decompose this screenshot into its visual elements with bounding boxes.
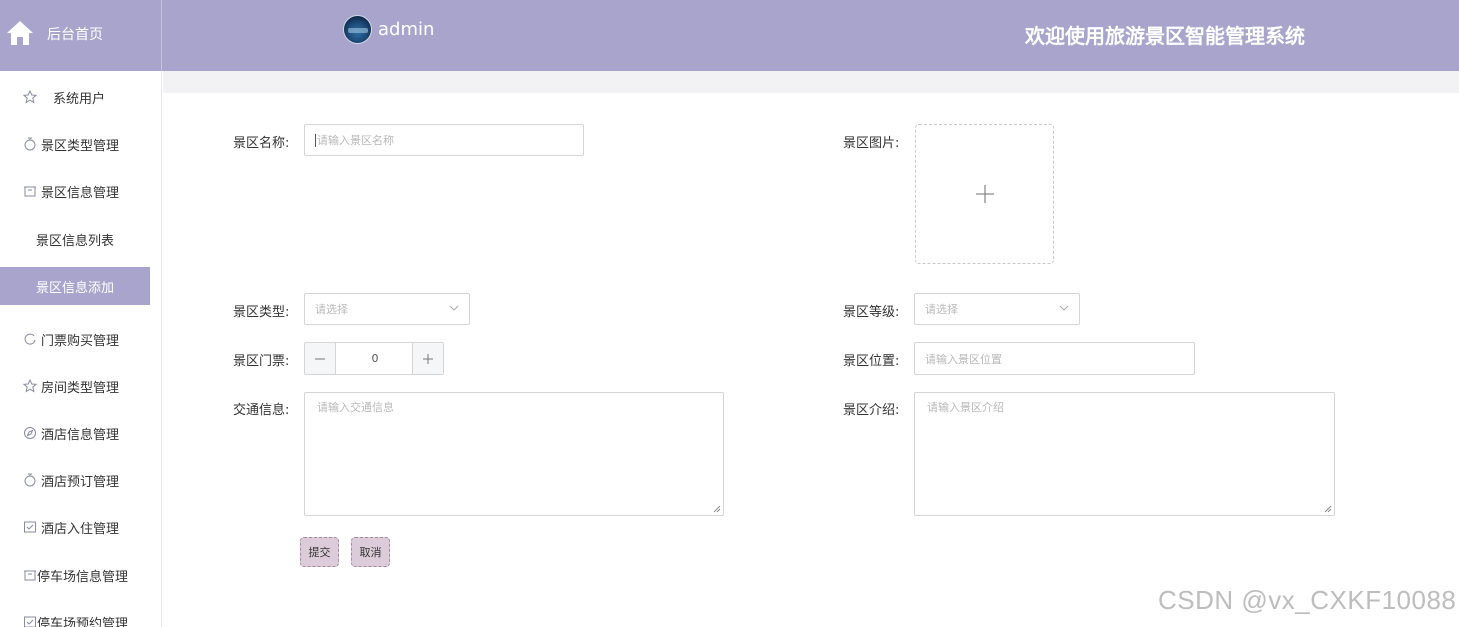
box-icon: [23, 184, 37, 198]
sidebar-item-label: 酒店预订管理: [41, 474, 120, 490]
scenic-location-placeholder: 请输入景区位置: [925, 352, 1002, 366]
resize-grip-icon[interactable]: [713, 505, 721, 513]
traffic-info-placeholder: 请输入交通信息: [317, 401, 394, 414]
check-icon: [23, 615, 37, 627]
sidebar-item-label: 景区类型管理: [41, 138, 120, 154]
cancel-button[interactable]: 取消: [351, 537, 390, 567]
sidebar-item-label: 景区信息添加: [35, 280, 114, 296]
home-link[interactable]: 后台首页: [0, 0, 162, 71]
watermark: CSDN @vx_CXKF10088: [1158, 585, 1457, 615]
sidebar-item-hotel-booking[interactable]: 酒店预订管理: [0, 461, 150, 499]
compass-icon: [23, 426, 37, 440]
traffic-label: 交通信息:: [233, 403, 290, 418]
scenic-name-placeholder: 请输入景区名称: [317, 134, 394, 147]
plus-icon: [976, 185, 994, 203]
image-label: 景区图片:: [843, 136, 900, 151]
scenic-type-placeholder: 请选择: [315, 303, 348, 316]
increment-button[interactable]: [412, 343, 443, 374]
type-label: 景区类型:: [233, 305, 290, 320]
username: admin: [378, 19, 435, 40]
intro-label: 景区介绍:: [843, 403, 900, 418]
sidebar-item-scenic-type[interactable]: 景区类型管理: [0, 125, 150, 163]
star-icon: [23, 379, 37, 393]
location-label: 景区位置:: [843, 354, 900, 369]
sidebar-item-ticket[interactable]: 门票购买管理: [0, 320, 150, 358]
sidebar-item-parking-info[interactable]: 停车场信息管理: [0, 556, 150, 594]
ticket-stepper[interactable]: 0: [304, 342, 444, 375]
sidebar-item-label: 停车场信息管理: [37, 569, 129, 585]
scenic-level-select[interactable]: 请选择: [914, 293, 1080, 325]
sidebar-item-room-type[interactable]: 房间类型管理: [0, 367, 150, 405]
scenic-location-input[interactable]: 请输入景区位置: [914, 342, 1195, 375]
ticket-value[interactable]: 0: [337, 343, 413, 374]
plus-icon: [423, 353, 433, 364]
sidebar-item-hotel-info[interactable]: 酒店信息管理: [0, 414, 150, 452]
box-icon: [23, 568, 37, 582]
sidebar-item-label: 酒店信息管理: [41, 427, 120, 443]
minus-icon: [315, 358, 325, 359]
scenic-add-form: 景区名称: 请输入景区名称 景区图片: 景区类型: 请选择 景区等级: 请选择 …: [170, 93, 1459, 627]
sidebar-item-hotel-checkin[interactable]: 酒店入住管理: [0, 508, 150, 546]
sidebar-item-label: 门票购买管理: [41, 333, 120, 349]
image-upload[interactable]: [915, 124, 1054, 264]
ticket-label: 景区门票:: [233, 354, 290, 369]
content-top-bar: [163, 71, 1459, 93]
scenic-intro-placeholder: 请输入景区介绍: [927, 401, 1004, 414]
sidebar-item-label: 景区信息列表: [35, 233, 114, 249]
sidebar-item-label: 景区信息管理: [41, 185, 120, 201]
sidebar-item-label: 房间类型管理: [41, 380, 120, 396]
home-label: 后台首页: [47, 27, 103, 43]
scenic-level-placeholder: 请选择: [925, 303, 958, 316]
pie-icon: [23, 332, 37, 346]
sidebar-item-parking-reserve[interactable]: 停车场预约管理: [0, 603, 150, 627]
sidebar-item-label: 停车场预约管理: [37, 616, 129, 627]
avatar: [343, 15, 372, 44]
level-label: 景区等级:: [843, 305, 900, 320]
top-header: 后台首页 admin 欢迎使用旅游景区智能管理系统: [0, 0, 1459, 71]
sidebar-item-label: 酒店入住管理: [41, 521, 120, 537]
scenic-type-select[interactable]: 请选择: [304, 293, 470, 325]
sidebar-item-scenic-info[interactable]: 景区信息管理: [0, 172, 150, 210]
decrement-button[interactable]: [305, 343, 336, 374]
app-root: 后台首页 admin 欢迎使用旅游景区智能管理系统 系统用户 景区类型管理 景区…: [0, 0, 1459, 627]
scenic-intro-textarea[interactable]: 请输入景区介绍: [914, 392, 1335, 516]
traffic-info-textarea[interactable]: 请输入交通信息: [304, 392, 724, 516]
home-icon: [7, 21, 33, 45]
text-caret: [315, 133, 316, 147]
sidebar-subitem-scenic-list[interactable]: 景区信息列表: [0, 220, 150, 258]
check-icon: [23, 520, 37, 534]
timer-icon: [23, 473, 37, 487]
sidebar-item-label: 系统用户: [53, 91, 106, 107]
resize-grip-icon[interactable]: [1324, 505, 1332, 513]
name-label: 景区名称:: [233, 136, 290, 151]
sidebar-item-system-users[interactable]: 系统用户: [0, 78, 150, 116]
chevron-down-icon: [449, 305, 459, 311]
submit-button[interactable]: 提交: [300, 537, 339, 567]
user-menu[interactable]: admin: [343, 15, 434, 44]
chevron-down-icon: [1059, 305, 1069, 311]
timer-icon: [23, 137, 37, 151]
sidebar-subitem-scenic-add[interactable]: 景区信息添加: [0, 267, 150, 305]
sidebar: 系统用户 景区类型管理 景区信息管理 景区信息列表 景区信息添加 门票购买管理: [0, 71, 162, 627]
star-icon: [23, 90, 37, 104]
scenic-name-input[interactable]: 请输入景区名称: [304, 124, 584, 156]
system-title: 欢迎使用旅游景区智能管理系统: [1025, 24, 1305, 48]
